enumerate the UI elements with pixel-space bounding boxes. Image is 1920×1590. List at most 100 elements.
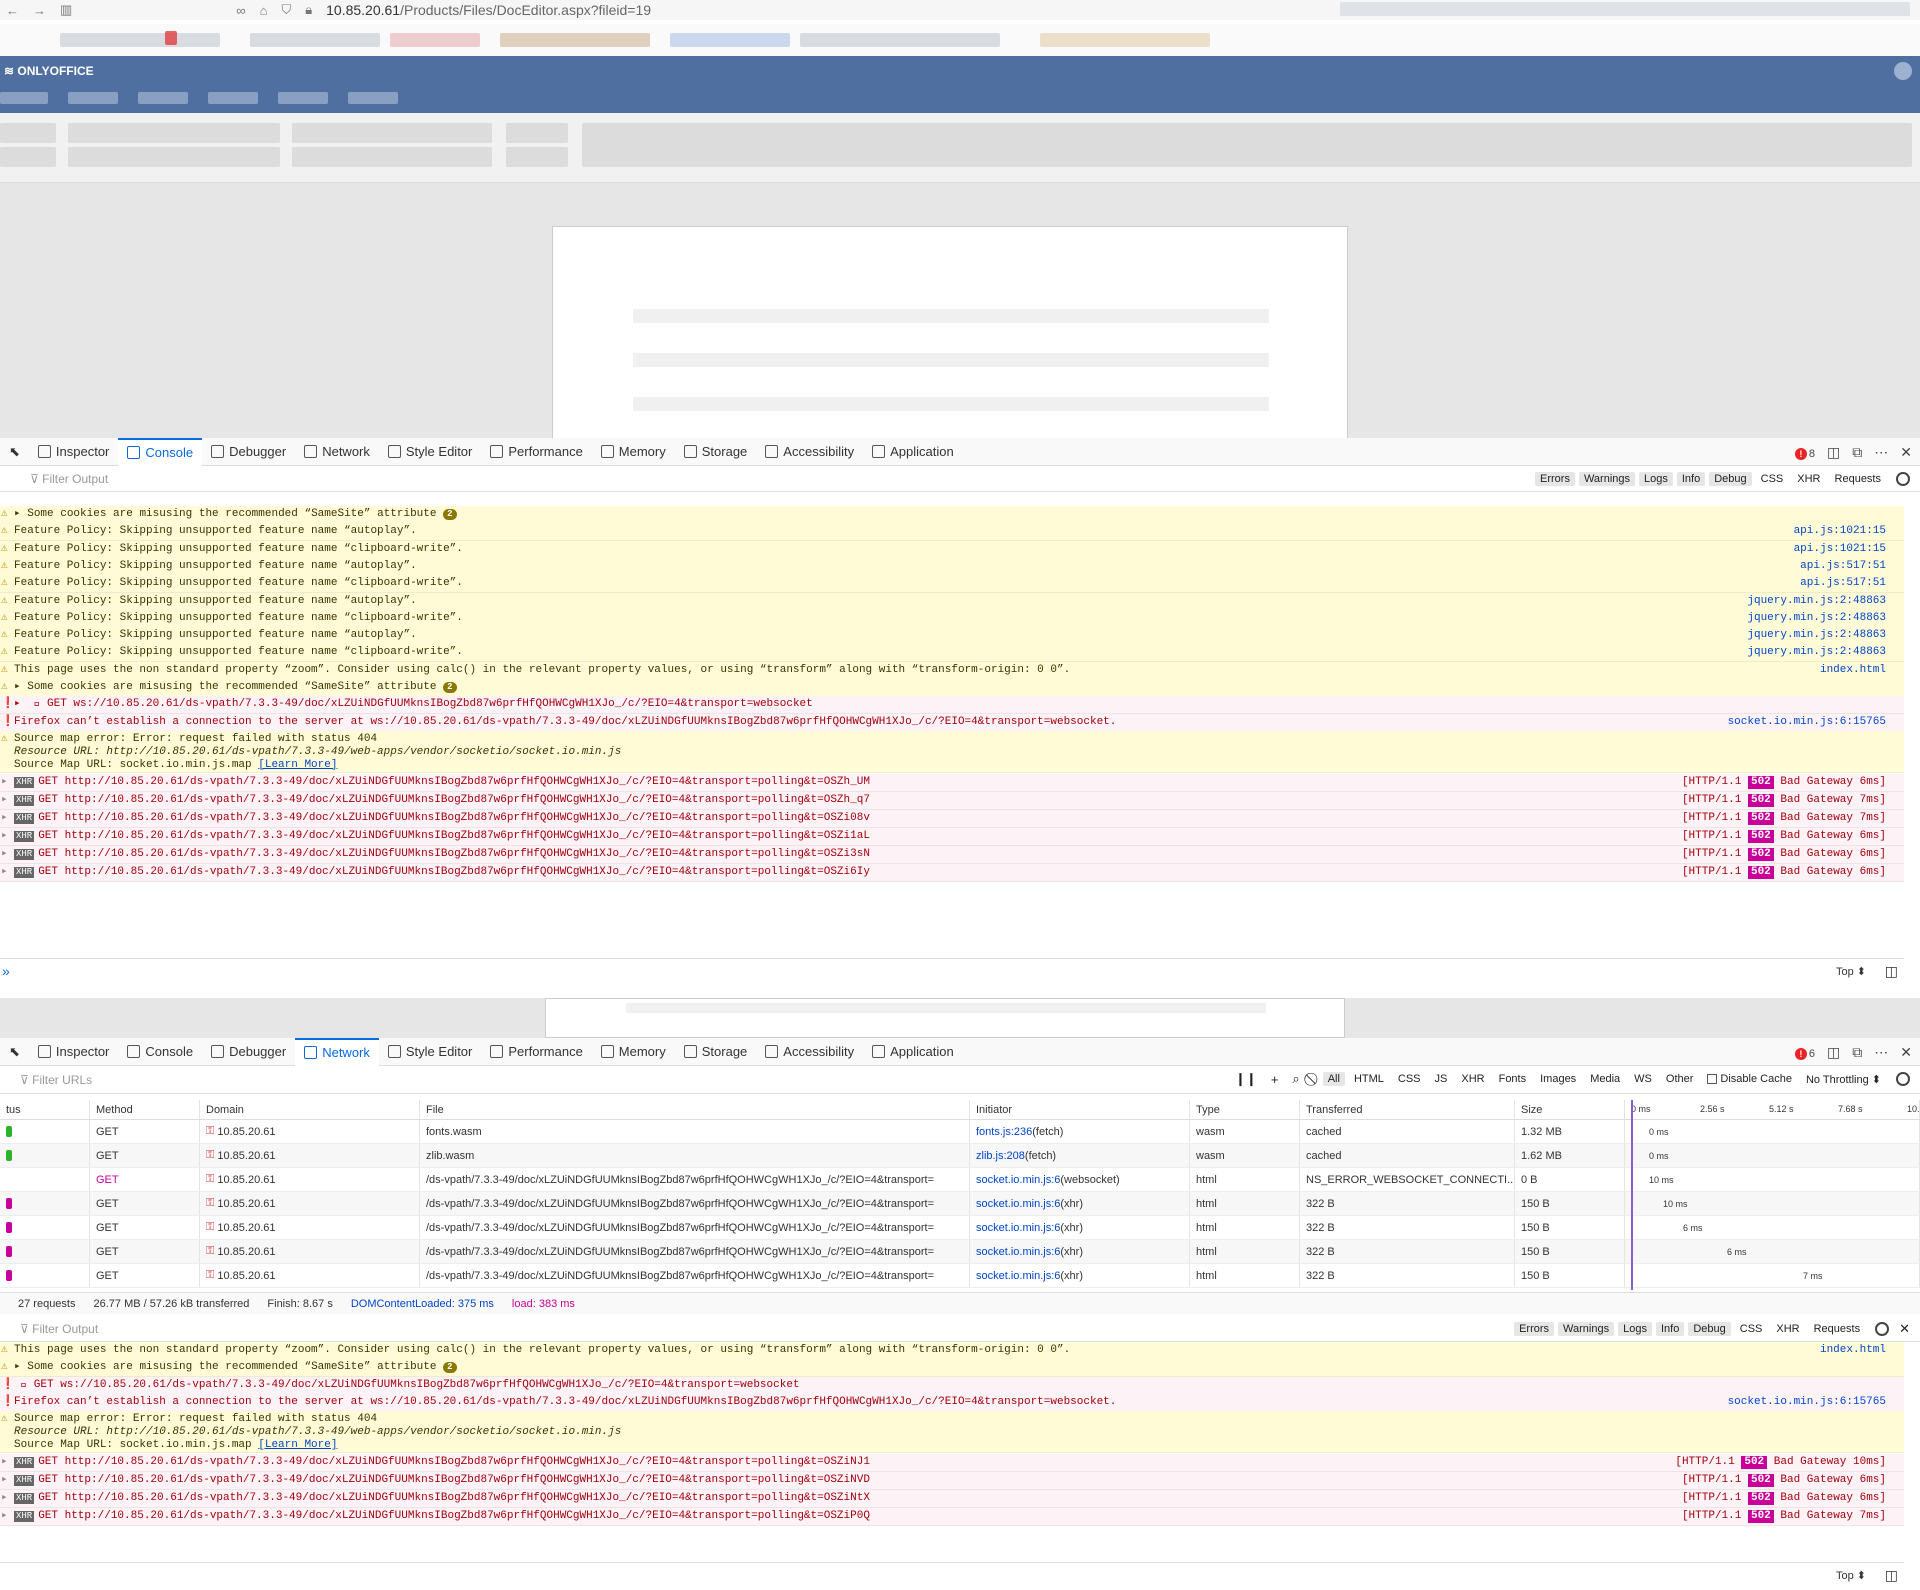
console-message[interactable]: ❗ ⃠ GET ws://10.85.20.61/ds-vpath/7.3.3-…	[0, 1376, 1904, 1395]
tab-memory[interactable]: Memory	[592, 1038, 675, 1066]
expand-icon[interactable]: ▸	[1, 848, 8, 861]
tab-storage[interactable]: Storage	[675, 1038, 757, 1066]
sourcemap-error[interactable]: ⚠ Source map error: Error: request failed…	[0, 730, 1904, 773]
shield-icon[interactable]: ⛉	[281, 2, 291, 18]
filter-warnings[interactable]: Warnings	[1558, 1322, 1615, 1336]
tab-application[interactable]: Application	[863, 1038, 963, 1066]
filter-logs[interactable]: Logs	[1639, 472, 1673, 486]
column-header-size[interactable]: Size	[1515, 1100, 1625, 1119]
console-message[interactable]: ⚠ This page uses the non standard propert…	[0, 661, 1904, 680]
filter-debug[interactable]: Debug	[1688, 1322, 1731, 1336]
type-filter-xhr[interactable]: XHR	[1456, 1072, 1489, 1086]
tab-console[interactable]: Console	[118, 437, 203, 466]
filter-logs[interactable]: Logs	[1618, 1322, 1652, 1336]
pause-icon[interactable]: ❙❙	[1230, 1070, 1262, 1088]
type-filter-js[interactable]: JS	[1430, 1072, 1453, 1086]
message-source-link[interactable]: api.js:1021:15	[1794, 543, 1886, 556]
back-icon[interactable]: ←	[6, 3, 19, 18]
tab-storage[interactable]: Storage	[675, 438, 757, 466]
tab-inspector[interactable]: Inspector	[29, 1038, 118, 1066]
tab-memory[interactable]: Memory	[592, 438, 675, 466]
close-icon[interactable]: ✕	[1900, 1044, 1912, 1061]
type-filter-html[interactable]: HTML	[1349, 1072, 1389, 1086]
context-selector-2[interactable]: Top ⬍	[1836, 1569, 1866, 1582]
initiator-link[interactable]: fonts.js:236	[976, 1126, 1032, 1138]
message-source-link[interactable]: jquery.min.js:2:48863	[1747, 646, 1886, 659]
message-source-link[interactable]: index.html	[1820, 664, 1886, 677]
expand-icon[interactable]: ▸	[1, 812, 8, 825]
console-message[interactable]: ⚠ Feature Policy: Skipping unsupported fe…	[0, 627, 1904, 646]
learn-more-link[interactable]: [Learn More]	[258, 759, 337, 771]
xhr-request-row[interactable]: ▸ XHR GET http://10.85.20.61/ds-vpath/7.3.…	[0, 845, 1904, 864]
tab-network[interactable]: Network	[295, 438, 379, 466]
expand-icon[interactable]: ▸	[1, 794, 8, 807]
column-header-file[interactable]: File	[420, 1100, 970, 1119]
tab-performance[interactable]: Performance	[481, 438, 591, 466]
filter-requests[interactable]: Requests	[1830, 472, 1886, 486]
split-console-input[interactable]: Top ⬍ ◫	[0, 1562, 1904, 1590]
type-filter-all[interactable]: All	[1322, 1072, 1345, 1086]
sourcemap-error[interactable]: ⚠ Source map error: Error: request failed…	[0, 1411, 1904, 1454]
message-source-link[interactable]: socket.io.min.js:6:15765	[1728, 1396, 1886, 1409]
avatar[interactable]	[1894, 62, 1912, 80]
block-icon[interactable]: ⃠	[1309, 1070, 1319, 1088]
editor-mode-icon[interactable]: ◫	[1885, 963, 1898, 980]
disable-cache-checkbox[interactable]: Disable Cache	[1702, 1072, 1797, 1086]
tab-debugger[interactable]: Debugger	[202, 1038, 295, 1066]
xhr-request-row[interactable]: ▸ XHR GET http://10.85.20.61/ds-vpath/7.3.…	[0, 827, 1904, 846]
xhr-request-row[interactable]: ▸ XHR GET http://10.85.20.61/ds-vpath/7.3.…	[0, 1508, 1904, 1527]
initiator-link[interactable]: socket.io.min.js:6	[976, 1174, 1060, 1186]
tab-accessibility[interactable]: Accessibility	[756, 438, 863, 466]
message-source-link[interactable]: api.js:517:51	[1800, 577, 1886, 590]
filter-requests[interactable]: Requests	[1809, 1322, 1865, 1336]
type-filter-fonts[interactable]: Fonts	[1494, 1072, 1532, 1086]
message-source-link[interactable]: api.js:1021:15	[1794, 525, 1886, 538]
xhr-request-row[interactable]: ▸ XHR GET http://10.85.20.61/ds-vpath/7.3.…	[0, 791, 1904, 810]
column-header-timeline[interactable]: 0 ms 2.56 s 5.12 s 7.68 s 10.24	[1625, 1100, 1920, 1119]
message-source-link[interactable]: api.js:517:51	[1800, 560, 1886, 573]
type-filter-other[interactable]: Other	[1661, 1072, 1699, 1086]
dock-icon[interactable]: ⧉	[1852, 444, 1862, 461]
console-message[interactable]: ⚠ Feature Policy: Skipping unsupported fe…	[0, 609, 1904, 628]
console-message[interactable]: ⚠ Feature Policy: Skipping unsupported fe…	[0, 592, 1904, 611]
tab-debugger[interactable]: Debugger	[202, 438, 295, 466]
column-header-initiator[interactable]: Initiator	[970, 1100, 1190, 1119]
message-source-link[interactable]: socket.io.min.js:6:15765	[1728, 716, 1886, 729]
tab-application[interactable]: Application	[863, 438, 963, 466]
column-header-domain[interactable]: Domain	[200, 1100, 420, 1119]
context-selector[interactable]: Top ⬍	[1836, 965, 1866, 978]
error-count-badge[interactable]: ! 6	[1794, 1044, 1815, 1060]
xhr-request-row[interactable]: ▸ XHR GET http://10.85.20.61/ds-vpath/7.3.…	[0, 1472, 1904, 1491]
message-source-link[interactable]: index.html	[1820, 1344, 1886, 1357]
tab-performance[interactable]: Performance	[481, 1038, 591, 1066]
xhr-request-row[interactable]: ▸ XHR GET http://10.85.20.61/ds-vpath/7.3.…	[0, 1454, 1904, 1473]
type-filter-css[interactable]: CSS	[1393, 1072, 1426, 1086]
xhr-request-row[interactable]: ▸ XHR GET http://10.85.20.61/ds-vpath/7.3.…	[0, 863, 1904, 882]
console-message[interactable]: ⚠ Feature Policy: Skipping unsupported fe…	[0, 540, 1904, 559]
element-picker-icon[interactable]: ⬉	[0, 1038, 29, 1066]
console-message[interactable]: ⚠ Feature Policy: Skipping unsupported fe…	[0, 557, 1904, 576]
console-message[interactable]: ⚠ Feature Policy: Skipping unsupported fe…	[0, 523, 1904, 542]
filter-errors[interactable]: Errors	[1535, 472, 1575, 486]
filter-xhr[interactable]: XHR	[1792, 472, 1825, 486]
expand-icon[interactable]: ▸	[1, 776, 8, 789]
tab-style-editor[interactable]: Style Editor	[379, 1038, 481, 1066]
tab-network[interactable]: Network	[295, 1037, 379, 1066]
more-icon[interactable]: ⋯	[1874, 1044, 1888, 1061]
xhr-request-row[interactable]: ▸ XHR GET http://10.85.20.61/ds-vpath/7.3.…	[0, 809, 1904, 828]
network-settings-icon[interactable]	[1896, 1072, 1910, 1086]
console-input-line[interactable]: » Top ⬍ ◫	[0, 958, 1904, 998]
column-header-tus[interactable]: tus	[0, 1100, 90, 1119]
expand-icon[interactable]: ▸	[1, 1474, 8, 1487]
filter-xhr[interactable]: XHR	[1771, 1322, 1804, 1336]
sidebar-icon[interactable]: ▥	[60, 2, 72, 18]
expand-icon[interactable]: ▸	[1, 1456, 8, 1469]
column-header-method[interactable]: Method	[90, 1100, 200, 1119]
forward-icon[interactable]: →	[33, 3, 46, 18]
search-icon[interactable]: ⌕	[1287, 1070, 1304, 1088]
error-count-badge[interactable]: ! 8	[1794, 444, 1815, 460]
initiator-link[interactable]: socket.io.min.js:6	[976, 1270, 1060, 1282]
element-picker-icon[interactable]: ⬉	[0, 438, 29, 466]
filter-output-input[interactable]: ⊽ Filter Output	[30, 472, 108, 486]
console-message[interactable]: ⚠ ▸ Some cookies are misusing the recomme…	[0, 506, 1904, 524]
